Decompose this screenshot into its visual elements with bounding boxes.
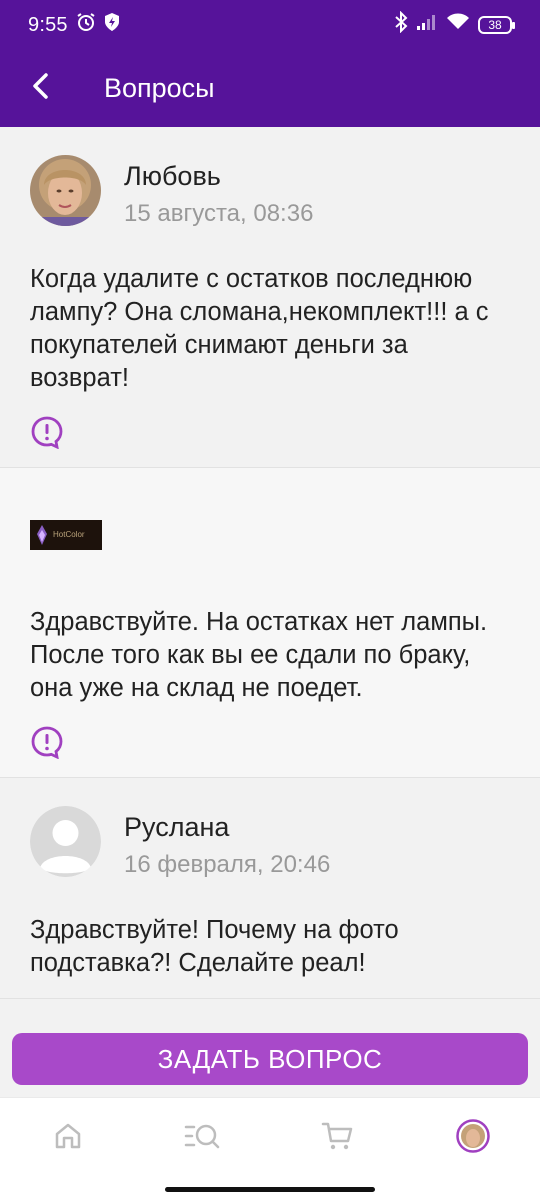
signal-icon <box>416 13 438 37</box>
status-time: 9:55 <box>28 13 68 36</box>
cart-icon <box>321 1120 355 1157</box>
back-arrow-icon <box>30 72 50 105</box>
battery-level: 38 <box>488 18 502 32</box>
author-name: Любовь <box>124 161 221 191</box>
status-bar: 9:55 38 <box>0 0 540 50</box>
ask-question-button[interactable]: ЗАДАТЬ ВОПРОС <box>12 1033 528 1085</box>
alarm-icon <box>76 12 96 38</box>
profile-avatar-icon <box>455 1119 490 1158</box>
app-bar: Вопросы <box>0 50 540 127</box>
questions-list[interactable]: Любовь 15 августа, 08:36 Когда удалите с… <box>0 127 540 1027</box>
gesture-handle[interactable] <box>165 1187 375 1192</box>
home-icon <box>52 1120 84 1157</box>
nav-home[interactable] <box>38 1109 98 1169</box>
bluetooth-icon <box>394 10 408 39</box>
nav-profile[interactable] <box>443 1109 503 1169</box>
wifi-icon <box>446 13 470 37</box>
nav-catalog[interactable] <box>173 1109 233 1169</box>
nav-cart[interactable] <box>308 1109 368 1169</box>
user-avatar <box>30 155 101 226</box>
question-text: Здравствуйте! Почему на фото подставка?!… <box>30 916 399 977</box>
report-icon[interactable] <box>30 415 64 450</box>
brand-logo: HotColor <box>30 520 102 550</box>
shield-bolt-icon <box>104 12 120 38</box>
question-date: 16 февраля, 20:46 <box>124 851 331 878</box>
author-name: Руслана <box>124 812 230 842</box>
answer-text: Здравствуйте. На остатках нет лампы. Пос… <box>30 608 488 702</box>
ask-question-container: ЗАДАТЬ ВОПРОС <box>12 1033 528 1085</box>
catalog-search-icon <box>184 1120 222 1157</box>
bottom-nav <box>0 1097 540 1179</box>
question-text: Когда удалите с остатков последнюю лампу… <box>30 265 489 392</box>
brand-logo-text: HotColor <box>53 530 85 539</box>
report-icon[interactable] <box>30 725 64 760</box>
back-button[interactable] <box>0 50 80 127</box>
battery-icon: 38 <box>478 16 515 34</box>
question-card: Любовь 15 августа, 08:36 Когда удалите с… <box>0 127 540 468</box>
user-avatar-placeholder <box>30 806 101 877</box>
page-title: Вопросы <box>104 73 215 103</box>
answer-card: HotColor Здравствуйте. На остатках нет л… <box>0 468 540 778</box>
gesture-bar-area <box>0 1179 540 1200</box>
question-card: Руслана 16 февраля, 20:46 Здравствуйте! … <box>0 778 540 999</box>
question-date: 15 августа, 08:36 <box>124 200 314 227</box>
